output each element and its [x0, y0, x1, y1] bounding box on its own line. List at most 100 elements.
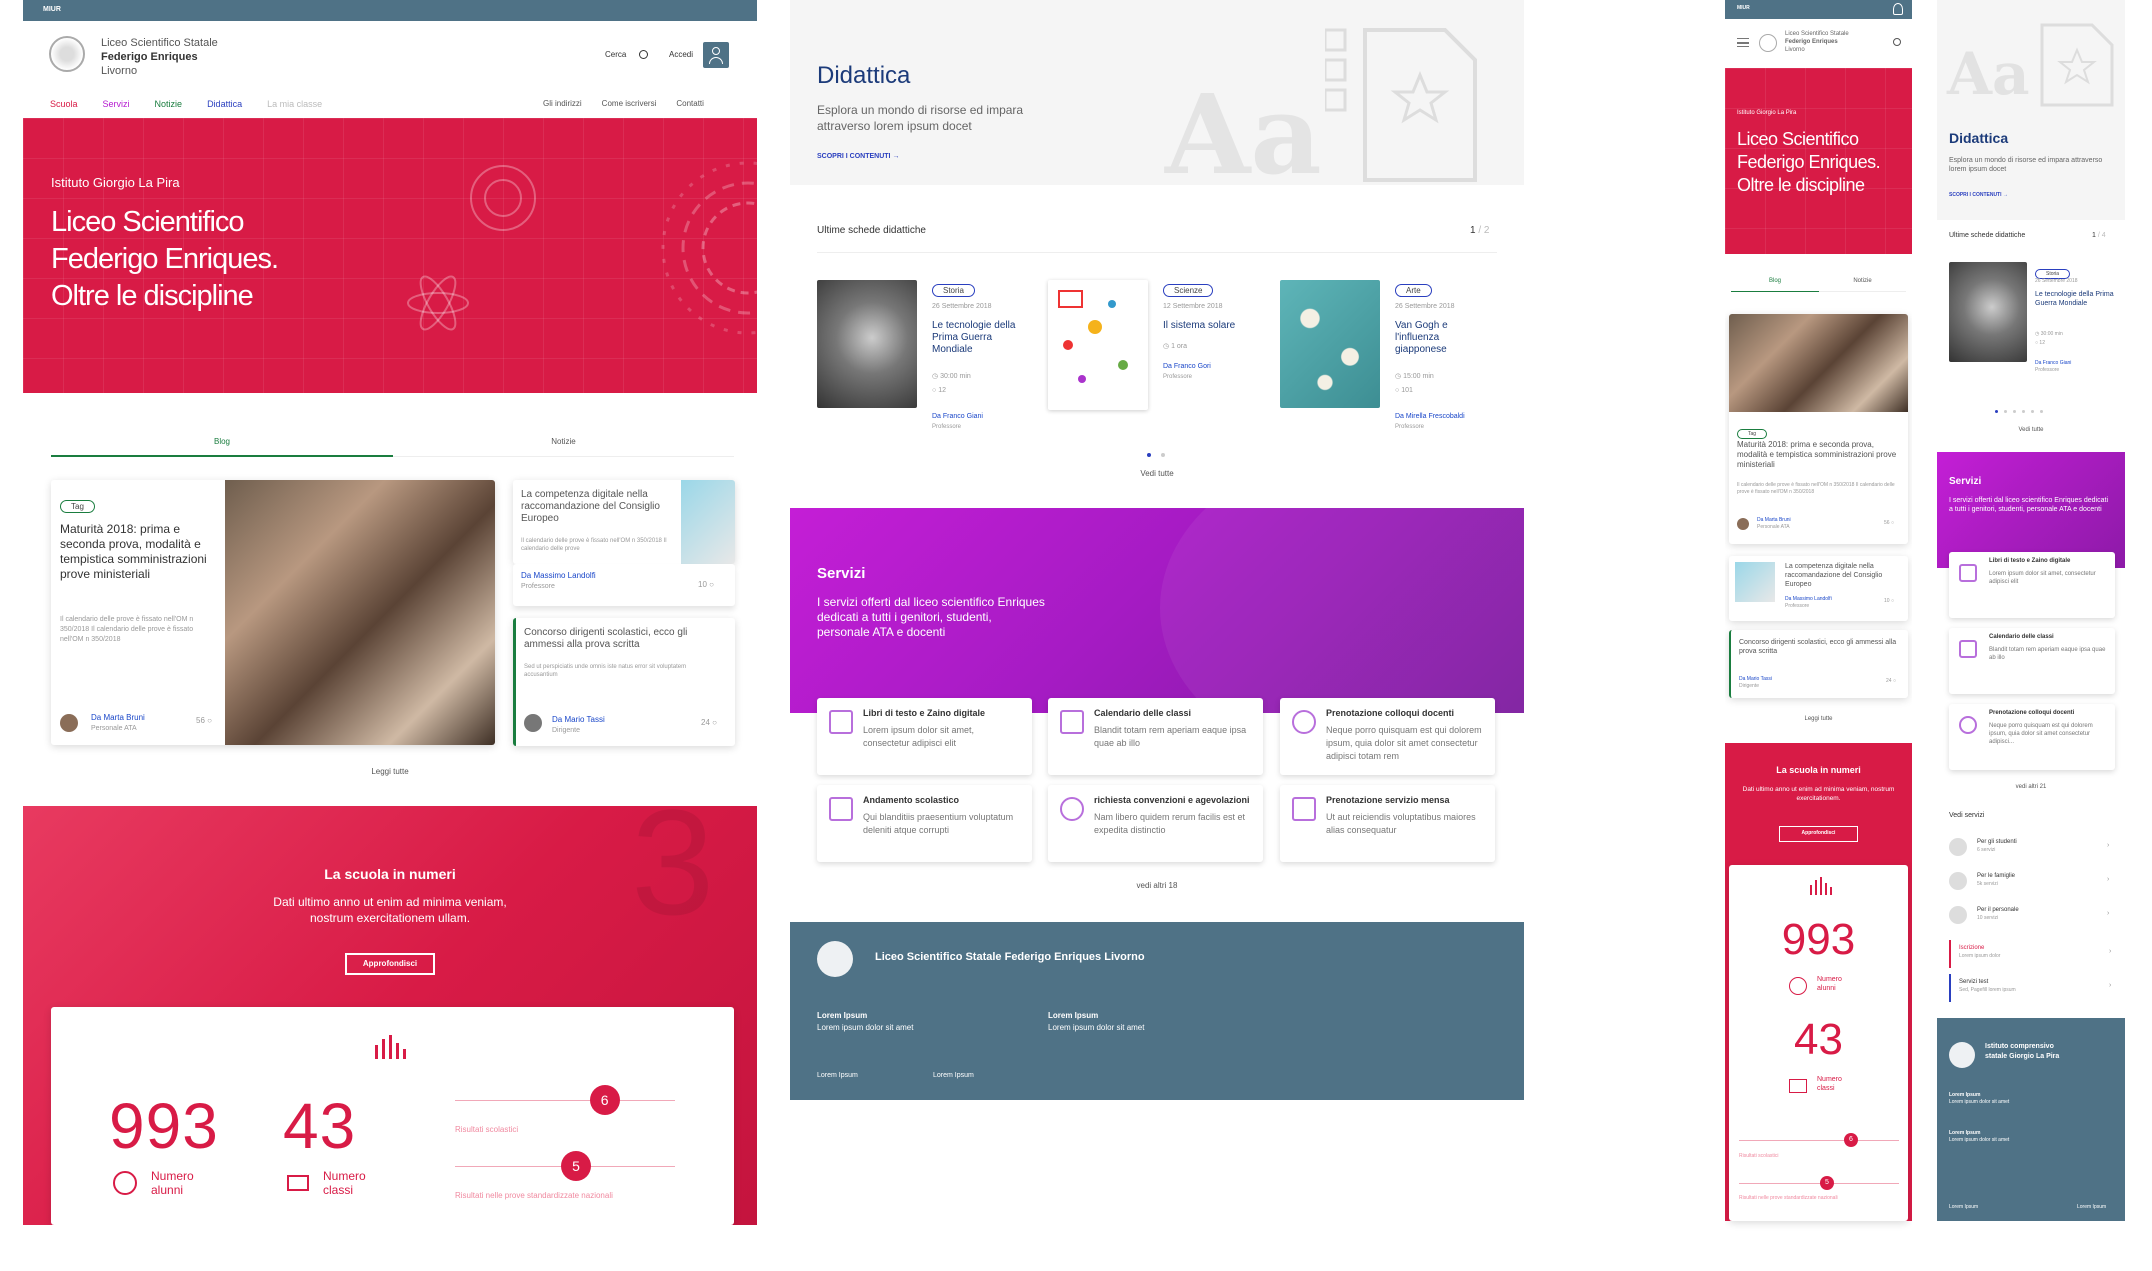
lesson-tag[interactable]: Storia [932, 284, 975, 297]
lesson-author[interactable]: Da Franco Giani [932, 412, 983, 422]
approfondisci-button[interactable]: Approfondisci [345, 953, 435, 975]
hamburger-icon[interactable] [1737, 38, 1749, 47]
comment-icon: ○ [207, 716, 212, 725]
avatar [524, 714, 542, 732]
article-author[interactable]: Da Marta Bruni [1757, 517, 1791, 524]
lesson-author[interactable]: Da Franco Gori [1163, 362, 1211, 372]
nav-la-mia-classe[interactable]: La mia classe [267, 99, 322, 109]
approfondisci-label: Approfondisci [362, 959, 418, 968]
didattica-subtitle: Esplora un mondo di risorse ed impara at… [1949, 157, 2103, 173]
service-card-calendario[interactable]: Calendario delle classi Blandit totam rem… [1949, 628, 2115, 694]
service-card-calendario[interactable]: Calendario delle classi Blandit totam rem… [1048, 698, 1263, 775]
service-card-libri[interactable]: Libri di testo e Zaino digitale Lorem ips… [1949, 552, 2115, 618]
lesson-card-3[interactable]: Scienze 12 Settembre 2018 Il sistema sol… [1163, 280, 1273, 440]
nav-contatti[interactable]: Contatti [676, 99, 704, 108]
article-title[interactable]: La competenza digitale nella raccomandaz… [1785, 562, 1903, 589]
service-card-colloqui[interactable]: Prenotazione colloqui docenti Neque porro… [1949, 704, 2115, 770]
brand-name[interactable]: Liceo Scientifico Statale Federigo Enriq… [101, 36, 218, 78]
see-all-link[interactable]: Vedi tutte [1937, 427, 2125, 433]
side-article-card-1[interactable]: La competenza digitale nella raccomandaz… [513, 480, 735, 564]
article-tag[interactable]: Tag [1737, 429, 1768, 439]
service-card-andamento[interactable]: Andamento scolastico Qui blanditiis praes… [817, 785, 1032, 862]
article-author[interactable]: Da Mario Tassi [1739, 676, 1772, 683]
article-tag[interactable]: Tag [60, 500, 95, 513]
approfondisci-button[interactable]: Approfondisci [1779, 826, 1858, 842]
scopri-contenuti-link[interactable]: SCOPRI I CONTENUTI → [817, 153, 899, 160]
service-desc: Neque porro quisquam est qui dolorem ips… [1326, 725, 1482, 761]
mobile-lesson-card[interactable]: Storia 26 Settembre 2018 Le tecnologie d… [1949, 262, 2119, 392]
login-button[interactable]: Accedi [669, 50, 693, 59]
article-title[interactable]: Concorso dirigenti scolastici, ecco gli … [1739, 638, 1904, 656]
lesson-author[interactable]: Da Franco Giani [2035, 360, 2071, 367]
tab-notizie[interactable]: Notizie [393, 437, 734, 457]
result-track-1 [1739, 1140, 1899, 1141]
read-all-link[interactable]: Leggi tutte [1725, 716, 1912, 722]
nav-didattica[interactable]: Didattica [207, 99, 242, 109]
nav-gli-indirizzi[interactable]: Gli indirizzi [543, 99, 582, 108]
user-icon[interactable] [703, 42, 729, 68]
mobile-numbers-section: La scuola in numeri Dati ultimo anno ut … [1725, 743, 1912, 1221]
scopri-contenuti-link[interactable]: SCOPRI I CONTENUTI → [1949, 192, 2008, 198]
article-author[interactable]: Da Marta Bruni [91, 712, 145, 723]
login-label: Accedi [669, 50, 694, 59]
side-article-author[interactable]: Da Massimo Landolfi [521, 570, 596, 581]
side-article-author[interactable]: Da Mario Tassi [552, 714, 605, 725]
article-author[interactable]: Da Massimo Landolfi [1785, 596, 1832, 603]
secondary-nav: Gli indirizzi Come iscriversi Contatti [543, 99, 704, 108]
service-group-famiglie[interactable]: Per le famiglie 5k servizi › [1949, 868, 2115, 896]
result-label-2: Risultati nelle prove standardizzate naz… [1739, 1195, 1838, 1201]
mobile-article-item-3[interactable]: Concorso dirigenti scolastici, ecco gli … [1729, 630, 1908, 698]
service-group-iscrizione[interactable]: Iscrizione Lorem ipsum dolor › [1949, 940, 2115, 968]
read-all-link[interactable]: Leggi tutte [23, 767, 757, 776]
tab-blog[interactable]: Blog [51, 437, 393, 457]
nav-scuola[interactable]: Scuola [50, 99, 78, 109]
side-article-card-2[interactable]: Concorso dirigenti scolastici, ecco gli … [513, 618, 735, 746]
avatar [1737, 518, 1749, 530]
carousel-dots[interactable] [1147, 444, 1166, 462]
service-card-mensa[interactable]: Prenotazione servizio mensa Ut aut reicie… [1280, 785, 1495, 862]
nav-notizie[interactable]: Notizie [155, 99, 183, 109]
logo-emblem[interactable] [49, 36, 85, 72]
side-article-title[interactable]: Concorso dirigenti scolastici, ecco gli … [524, 627, 724, 651]
search-icon[interactable] [1893, 38, 1901, 46]
lesson-title[interactable]: Il sistema solare [1163, 320, 1273, 332]
footer-link-1[interactable]: Lorem Ipsum [1949, 1204, 1978, 1210]
lesson-card-2[interactable] [1048, 280, 1148, 410]
footer-link-1[interactable]: Lorem Ipsum [817, 1072, 858, 1079]
lesson-title[interactable]: Van Gogh e l'influenza giapponese [1395, 320, 1480, 356]
lesson-card-1[interactable]: Storia 26 Settembre 2018 Le tecnologie d… [817, 280, 1032, 440]
lesson-tag[interactable]: Scienze [1163, 284, 1214, 297]
lesson-tag[interactable]: Arte [1395, 284, 1432, 297]
service-title: Prenotazione colloqui docenti [1989, 710, 2075, 716]
service-card-libri[interactable]: Libri di testo e Zaino digitale Lorem ips… [817, 698, 1032, 775]
footer-link-2[interactable]: Lorem Ipsum [2077, 1204, 2106, 1210]
see-more-services-link[interactable]: vedi altri 18 [790, 881, 1524, 890]
search-button[interactable]: Cerca [605, 50, 648, 60]
lesson-role: Professore [1395, 424, 1425, 430]
tab-notizie[interactable]: Notizie [1819, 278, 1906, 292]
service-card-colloqui[interactable]: Prenotazione colloqui docenti Neque porro… [1280, 698, 1495, 775]
mobile-article-item-2[interactable]: La competenza digitale nella raccomandaz… [1729, 556, 1908, 621]
mobile-featured-card[interactable]: Tag Maturità 2018: prima e seconda prova… [1729, 314, 1908, 544]
service-group-personale[interactable]: Per il personale 10 servizi › [1949, 902, 2115, 930]
user-icon[interactable] [1893, 3, 1903, 15]
mobile-logo-emblem[interactable] [1759, 34, 1777, 52]
mobile-brand[interactable]: Liceo Scientifico Statale Federigo Enriq… [1785, 30, 1849, 54]
service-card-convenzioni[interactable]: richiesta convenzioni e agevolazioni Nam … [1048, 785, 1263, 862]
carousel-dots[interactable] [1995, 410, 2043, 413]
lesson-title[interactable]: Le tecnologie della Prima Guerra Mondial… [2035, 290, 2115, 308]
service-group-studenti[interactable]: Per gli studenti 6 servizi › [1949, 834, 2115, 862]
article-title[interactable]: Maturità 2018: prima e seconda prova, mo… [60, 522, 215, 582]
lesson-author[interactable]: Da Mirella Frescobaldi [1395, 412, 1465, 422]
see-more-services-link[interactable]: vedi altri 21 [1937, 784, 2125, 790]
tab-blog[interactable]: Blog [1731, 278, 1819, 292]
service-group-test[interactable]: Servizi test Sed, Pagefill lorem ipsum › [1949, 974, 2115, 1002]
lesson-card-4[interactable]: Arte 26 Settembre 2018 Van Gogh e l'infl… [1280, 280, 1505, 440]
nav-come-iscriversi[interactable]: Come iscriversi [602, 99, 657, 108]
side-article-title[interactable]: La competenza digitale nella raccomandaz… [521, 489, 671, 525]
lesson-title[interactable]: Le tecnologie della Prima Guerra Mondial… [932, 320, 1027, 356]
nav-servizi[interactable]: Servizi [103, 99, 130, 109]
footer-link-2[interactable]: Lorem Ipsum [933, 1072, 974, 1079]
article-title[interactable]: Maturità 2018: prima e seconda prova, mo… [1737, 440, 1902, 470]
featured-article-card[interactable]: Tag Maturità 2018: prima e seconda prova… [51, 480, 495, 745]
